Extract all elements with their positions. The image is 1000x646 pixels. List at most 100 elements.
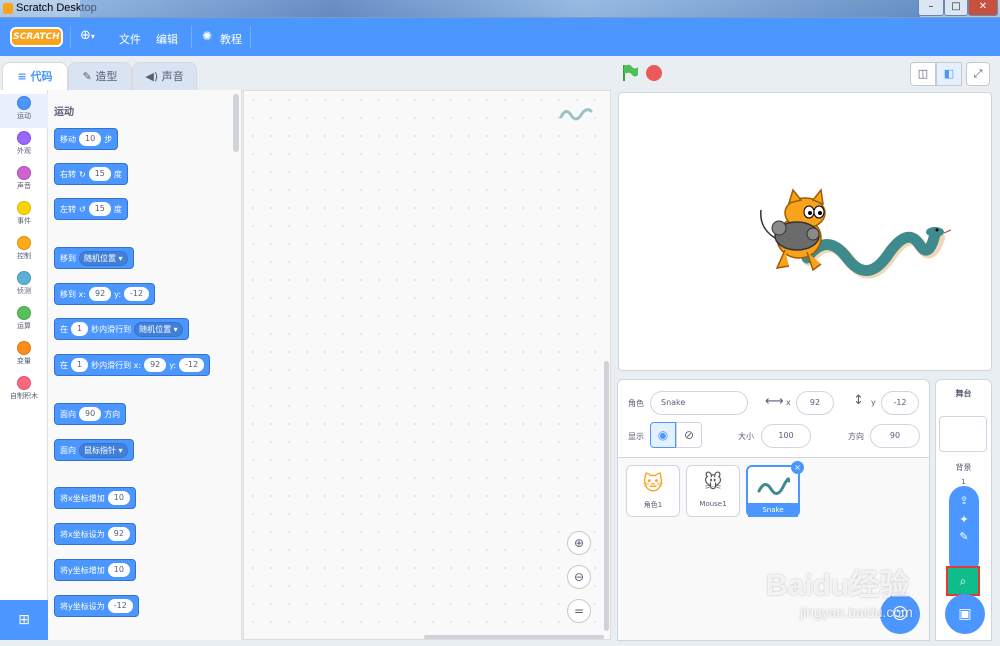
- large-stage-icon: ◧: [943, 67, 955, 80]
- hide-sprite-button[interactable]: ⊘: [676, 422, 702, 448]
- category-sensing[interactable]: 侦测: [0, 271, 48, 296]
- backdrop-menu: ⇪ ✦ ✎: [949, 486, 979, 576]
- category-looks[interactable]: 外观: [0, 131, 48, 156]
- sprite-thumbnail[interactable]: 🐱 角色1: [626, 465, 680, 517]
- y-input[interactable]: -12: [881, 391, 919, 415]
- file-menu[interactable]: 文件: [119, 31, 141, 47]
- zoom-in-icon: ⊕: [573, 536, 585, 550]
- watermark-brand: Baidu经验: [766, 569, 910, 602]
- show-sprite-button[interactable]: ◉: [650, 422, 676, 448]
- direction-input[interactable]: 90: [870, 424, 920, 448]
- category-sound[interactable]: 声音: [0, 166, 48, 191]
- script-workspace[interactable]: ⊕ ⊖ =: [243, 90, 611, 640]
- edit-menu[interactable]: 编辑: [156, 31, 178, 47]
- mouse-sprite-icon: 🐭: [703, 472, 723, 493]
- language-menu[interactable]: ⊕▾: [80, 28, 106, 46]
- block-change-y[interactable]: 将y坐标增加 10: [54, 559, 136, 581]
- block-palette: 运动 移动 10 步 右转 ↻ 15 度 左转 ↺ 15 度 移到 随机位置 ▾ 移到 x: 92 y…: [48, 90, 242, 640]
- block-glide-to[interactable]: 在 1 秒内滑行到 随机位置 ▾: [54, 318, 189, 340]
- green-flag-icon: [623, 64, 638, 81]
- app-icon: [3, 3, 13, 14]
- sprite-name-input[interactable]: Snake: [650, 391, 748, 415]
- category-motion[interactable]: 运动: [0, 96, 48, 121]
- category-operators[interactable]: 运算: [0, 306, 48, 331]
- tab-sounds[interactable]: ◀) 声音: [132, 62, 197, 90]
- x-label: x: [786, 398, 791, 407]
- tab-code[interactable]: ≡ 代码: [2, 62, 68, 90]
- chevron-down-icon: ▾: [90, 32, 95, 41]
- category-events[interactable]: 事件: [0, 201, 48, 226]
- block-point-direction[interactable]: 面向 90 方向: [54, 403, 127, 425]
- sprite-thumbnail-selected[interactable]: Snake ×: [746, 461, 804, 517]
- block-move-steps[interactable]: 移动 10 步: [54, 128, 119, 150]
- lightbulb-icon: ✺: [202, 29, 213, 43]
- speaker-icon: ◀): [145, 70, 159, 83]
- upload-backdrop-icon[interactable]: ⇪: [949, 494, 979, 507]
- block-goto[interactable]: 移到 随机位置 ▾: [54, 247, 134, 269]
- eye-icon: ◉: [657, 428, 669, 442]
- fullscreen-icon: ⤢: [973, 67, 983, 80]
- sprite-name-label: 角色: [628, 399, 644, 408]
- zoom-reset-button[interactable]: =: [567, 599, 591, 623]
- small-stage-button[interactable]: ◫: [910, 62, 936, 86]
- stage-selector[interactable]: 舞台 背景 1 ⇪ ✦ ✎ ⌕ ▣: [935, 379, 992, 641]
- block-change-x[interactable]: 将x坐标增加 10: [54, 487, 136, 509]
- horizontal-arrows-icon: ⟷: [765, 394, 784, 409]
- stage-canvas[interactable]: [618, 92, 992, 371]
- search-icon: ⌕: [959, 574, 967, 588]
- add-extension-button[interactable]: ⊞: [0, 600, 48, 640]
- snake-sprite-watermark-icon: [559, 108, 593, 121]
- backdrops-label: 背景: [955, 463, 972, 472]
- tab-costumes[interactable]: ✎ 造型: [68, 62, 132, 90]
- block-goto-xy[interactable]: 移到 x: 92 y: -12: [54, 283, 156, 305]
- fullscreen-button[interactable]: ⤢: [966, 62, 990, 86]
- y-label: y: [871, 398, 876, 407]
- code-icon: ≡: [17, 70, 27, 83]
- zoom-out-button[interactable]: ⊖: [567, 565, 591, 589]
- minimize-button[interactable]: –: [918, 0, 944, 16]
- x-input[interactable]: 92: [796, 391, 834, 415]
- category-variables[interactable]: 变量: [0, 341, 48, 366]
- large-stage-button[interactable]: ◧: [936, 62, 962, 86]
- category-control[interactable]: 控制: [0, 236, 48, 261]
- stop-button[interactable]: [646, 65, 662, 81]
- workspace-horizontal-scrollbar[interactable]: [424, 635, 604, 639]
- search-backdrop-button[interactable]: ⌕: [946, 566, 980, 596]
- stage-title: 舞台: [955, 389, 972, 398]
- stage-thumbnail[interactable]: [939, 416, 987, 452]
- backdrops-count: 1: [961, 478, 966, 486]
- tutorials-menu[interactable]: 教程: [220, 31, 242, 47]
- category-my-blocks[interactable]: 自制积木: [0, 376, 48, 401]
- palette-scrollbar[interactable]: [233, 94, 239, 152]
- category-menu: 运动 外观 声音 事件 控制 侦测 运算 变量 自制积木: [0, 90, 48, 600]
- close-icon: ×: [794, 463, 801, 472]
- stage-sprites-illustration: [760, 188, 952, 279]
- block-point-towards[interactable]: 面向 鼠标指针 ▾: [54, 439, 134, 461]
- paint-backdrop-icon[interactable]: ✎: [949, 530, 979, 543]
- delete-sprite-button[interactable]: ×: [791, 461, 804, 474]
- close-button[interactable]: ✕: [968, 0, 998, 16]
- watermark-url: jingyan.baidu.com: [800, 604, 913, 620]
- green-flag-button[interactable]: [620, 63, 640, 86]
- block-turn-left[interactable]: 左转 ↺ 15 度: [54, 198, 128, 220]
- rotate-left-icon: ↺: [79, 204, 86, 214]
- workspace-vertical-scrollbar[interactable]: [604, 361, 609, 631]
- eye-slash-icon: ⊘: [683, 428, 695, 442]
- block-set-x[interactable]: 将x坐标设为 92: [54, 523, 136, 545]
- choose-backdrop-button[interactable]: ▣: [945, 594, 985, 634]
- sprite-info-panel: 角色 Snake ⟷ x 92 ↕ y -12 显示 ◉ ⊘ 大小 100 方向…: [618, 380, 929, 458]
- block-turn-right[interactable]: 右转 ↻ 15 度: [54, 163, 128, 185]
- sprite-thumbnail[interactable]: 🐭 Mouse1: [686, 465, 740, 517]
- globe-icon: ⊕: [80, 28, 91, 43]
- block-glide-xy[interactable]: 在 1 秒内滑行到 x: 92 y: -12: [54, 354, 211, 376]
- small-stage-icon: ◫: [917, 67, 929, 80]
- block-set-y[interactable]: 将y坐标设为 -12: [54, 595, 139, 617]
- surprise-icon[interactable]: ✦: [949, 513, 979, 526]
- size-input[interactable]: 100: [761, 424, 811, 448]
- zoom-in-button[interactable]: ⊕: [567, 531, 591, 555]
- scratch-logo[interactable]: SCRATCH: [10, 27, 63, 47]
- paintbrush-icon: ✎: [82, 70, 92, 83]
- maximize-button[interactable]: □: [944, 0, 968, 16]
- zoom-out-icon: ⊖: [573, 570, 585, 584]
- vertical-arrows-icon: ↕: [853, 393, 864, 408]
